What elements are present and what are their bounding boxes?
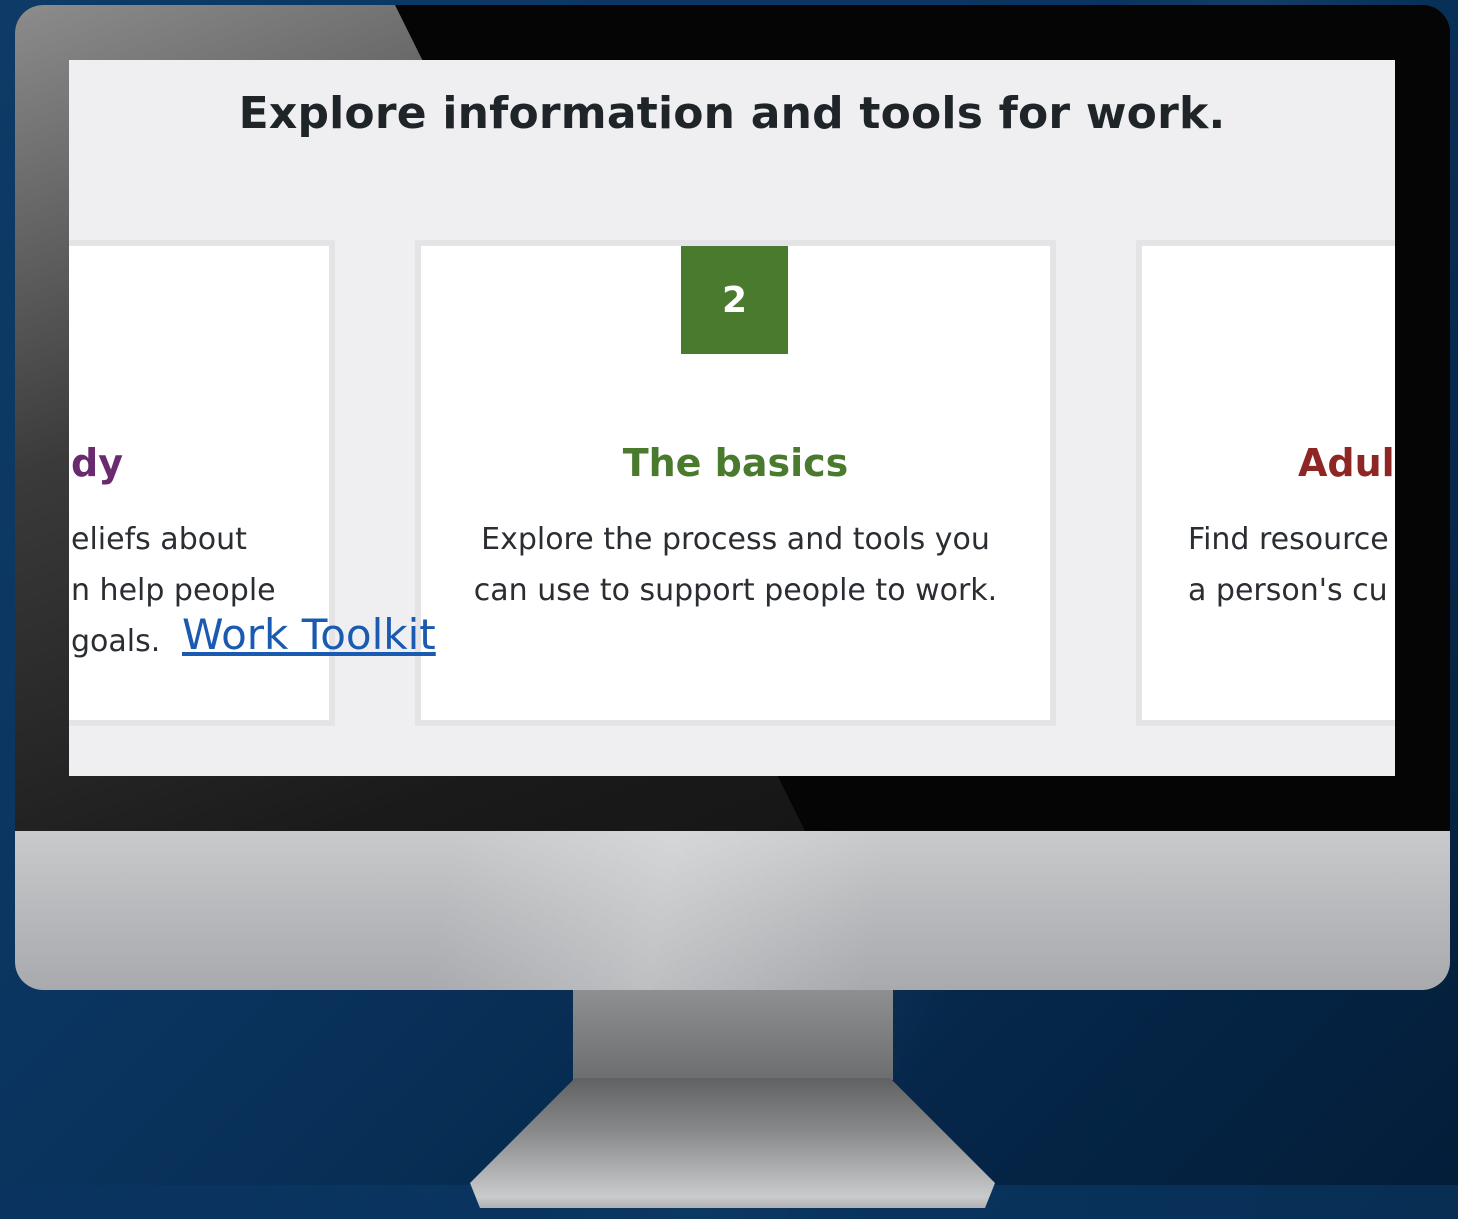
card-right-description: Find resource a person's cu [1188, 514, 1389, 616]
card-the-basics-description: Explore the process and tools you can us… [421, 514, 1050, 616]
monitor-screen: Explore information and tools for work. … [69, 60, 1395, 776]
card-left-title: dy [71, 441, 123, 485]
card-the-basics-title: The basics [622, 441, 849, 485]
work-toolkit-link[interactable]: Work Toolkit [182, 610, 436, 659]
monitor-stand-neck [573, 990, 893, 1080]
chin-reflection [15, 831, 1450, 990]
card-right-line: a person's cu [1188, 573, 1388, 608]
card-the-basics-line: Explore the process and tools you [481, 522, 990, 557]
card-the-basics[interactable]: 2 The basics Explore the process and too… [415, 240, 1056, 726]
card-the-basics-line: can use to support people to work. [473, 573, 998, 608]
page-title: Explore information and tools for work. [238, 88, 1226, 139]
card-left-line: n help people [71, 573, 276, 608]
card-left-line: eliefs about [71, 522, 247, 557]
card-right-line: Find resource [1188, 522, 1389, 557]
card-right[interactable]: Adul Find resource a person's cu [1136, 240, 1395, 726]
card-number-badge: 2 [681, 246, 788, 354]
card-right-title: Adul [1298, 441, 1395, 485]
